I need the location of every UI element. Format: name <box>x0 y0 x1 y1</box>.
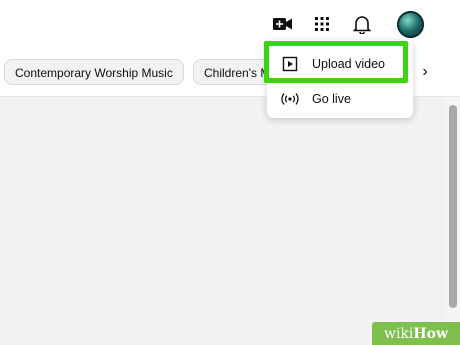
wikihow-watermark: wiki How <box>372 322 460 345</box>
notifications-bell-icon[interactable] <box>350 12 374 36</box>
highlight-box <box>264 41 408 83</box>
watermark-how: How <box>413 325 449 342</box>
chip-contemporary-worship-music[interactable]: Contemporary Worship Music <box>4 59 184 85</box>
live-broadcast-icon <box>280 89 300 109</box>
scrollbar-thumb[interactable] <box>449 105 457 308</box>
apps-grid-icon[interactable] <box>310 12 334 36</box>
create-video-icon[interactable] <box>271 12 295 36</box>
avatar[interactable] <box>397 11 424 38</box>
chevron-right-icon[interactable]: › <box>414 60 436 84</box>
menu-item-go-live[interactable]: Go live <box>267 81 413 117</box>
menu-item-label: Go live <box>312 92 351 106</box>
watermark-wiki: wiki <box>383 325 414 342</box>
scrollbar[interactable] <box>446 97 460 345</box>
